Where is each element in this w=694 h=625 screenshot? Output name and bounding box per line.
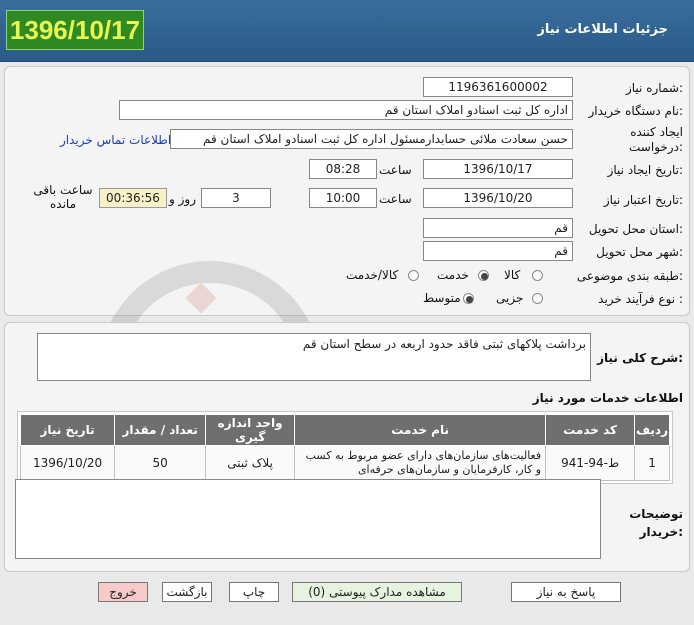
col-unit: واحد اندازه گیری: [205, 414, 296, 446]
category-radio-goods[interactable]: [532, 270, 543, 281]
table-row[interactable]: 1 ط-94-941 فعالیت‌های سازمان‌های دارای ع…: [19, 445, 670, 481]
col-row: ردیف: [634, 414, 670, 446]
category-radio-service[interactable]: [478, 270, 489, 281]
services-table: ردیف کد خدمت نام خدمت واحد اندازه گیری ت…: [19, 414, 670, 481]
announce-date-field[interactable]: 1396/10/17: [423, 159, 573, 179]
col-name: نام خدمت: [294, 414, 547, 446]
services-table-wrapper: ردیف کد خدمت نام خدمت واحد اندازه گیری ت…: [17, 411, 673, 484]
category-option-goods-service: کالا/خدمت: [346, 268, 399, 282]
cell-qty: 50: [114, 445, 207, 481]
exit-button[interactable]: خروج: [98, 582, 148, 602]
process-radio-medium[interactable]: [463, 293, 474, 304]
buyer-notes-label: توضیحات خریدار:: [613, 505, 683, 541]
deadline-time-label: ساعت: [379, 192, 412, 206]
category-option-goods: کالا: [504, 268, 521, 282]
process-option-medium: متوسط: [423, 291, 461, 305]
announce-time-label: ساعت: [379, 163, 412, 177]
need-details-panel: شرح کلی نیاز: برداشت پلاکهای ثبتی فاقد ح…: [4, 322, 690, 572]
services-section-title: اطلاعات خدمات مورد نیاز: [532, 391, 683, 405]
cell-unit: پلاک ثبتی: [205, 445, 296, 481]
cell-name: فعالیت‌های سازمان‌های دارای عضو مربوط به…: [294, 445, 547, 481]
page-title: جزئیات اطلاعات نیاز: [537, 22, 668, 37]
summary-label: شرح کلی نیاز:: [597, 351, 683, 365]
page-header: 1396/10/17 جزئیات اطلاعات نیاز: [0, 0, 694, 62]
process-label: نوع فرآیند خرید :: [598, 292, 683, 306]
buyer-org-field[interactable]: اداره کل ثبت اسنادو املاک استان قم: [119, 100, 573, 120]
buyer-org-label: نام دستگاه خریدار:: [588, 104, 684, 118]
creator-label-text: ایجاد کننده درخواست:: [629, 125, 683, 154]
process-radio-minor[interactable]: [532, 293, 543, 304]
buyer-notes-label-text: توضیحات خریدار:: [629, 507, 683, 539]
col-code: کد خدمت: [545, 414, 636, 446]
days-remaining-field[interactable]: 3: [201, 188, 271, 208]
view-attachments-button[interactable]: مشاهده مدارک پیوستی (0): [292, 582, 462, 602]
announce-time-field[interactable]: 08:28: [309, 159, 377, 179]
need-number-field[interactable]: 1196361600002: [423, 77, 573, 97]
header-date-badge: 1396/10/17: [6, 10, 144, 50]
reply-button[interactable]: پاسخ به نیاز: [511, 582, 621, 602]
buyer-contact-link[interactable]: اطلاعات تماس خریدار: [60, 133, 171, 147]
city-field[interactable]: قم: [423, 241, 573, 261]
deadline-label: تاریخ اعتبار نیاز:: [603, 193, 683, 207]
announce-date-label: تاریخ ایجاد نیاز:: [607, 163, 683, 177]
cell-date: 1396/10/20: [19, 445, 116, 481]
back-button[interactable]: بازگشت: [162, 582, 212, 602]
category-radio-goods-service[interactable]: [408, 270, 419, 281]
need-number-label: شماره نیاز:: [625, 81, 683, 95]
table-header-row: ردیف کد خدمت نام خدمت واحد اندازه گیری ت…: [19, 414, 670, 446]
province-label: استان محل تحویل:: [588, 222, 683, 236]
time-remaining-field: 00:36:56: [99, 188, 167, 208]
category-option-service: خدمت: [437, 268, 469, 282]
deadline-time-field[interactable]: 10:00: [309, 188, 377, 208]
col-date: تاریخ نیاز: [19, 414, 116, 446]
cell-code: ط-94-941: [545, 445, 636, 481]
days-and-label: روز و: [169, 192, 196, 206]
city-label: شهر محل تحویل:: [596, 245, 683, 259]
deadline-date-field[interactable]: 1396/10/20: [423, 188, 573, 208]
creator-label: ایجاد کننده درخواست:: [583, 125, 683, 155]
summary-text: برداشت پلاکهای ثبتی فاقد حدود اربعه در س…: [302, 337, 586, 351]
creator-field[interactable]: حسن سعادت ملائی حسابدارمسئول اداره کل ثب…: [170, 129, 573, 149]
cell-row: 1: [634, 445, 670, 481]
need-info-panel: شماره نیاز: 1196361600002 نام دستگاه خری…: [4, 66, 690, 483]
process-option-minor: جزیی: [496, 291, 524, 305]
time-remaining-label: ساعت باقی مانده: [33, 183, 93, 211]
summary-textarea[interactable]: برداشت پلاکهای ثبتی فاقد حدود اربعه در س…: [37, 333, 591, 381]
category-label: طبقه بندی موضوعی:: [576, 269, 683, 283]
buyer-notes-textarea[interactable]: [15, 479, 601, 559]
print-button[interactable]: چاپ: [229, 582, 279, 602]
province-field[interactable]: قم: [423, 218, 573, 238]
col-qty: تعداد / مقدار: [114, 414, 207, 446]
